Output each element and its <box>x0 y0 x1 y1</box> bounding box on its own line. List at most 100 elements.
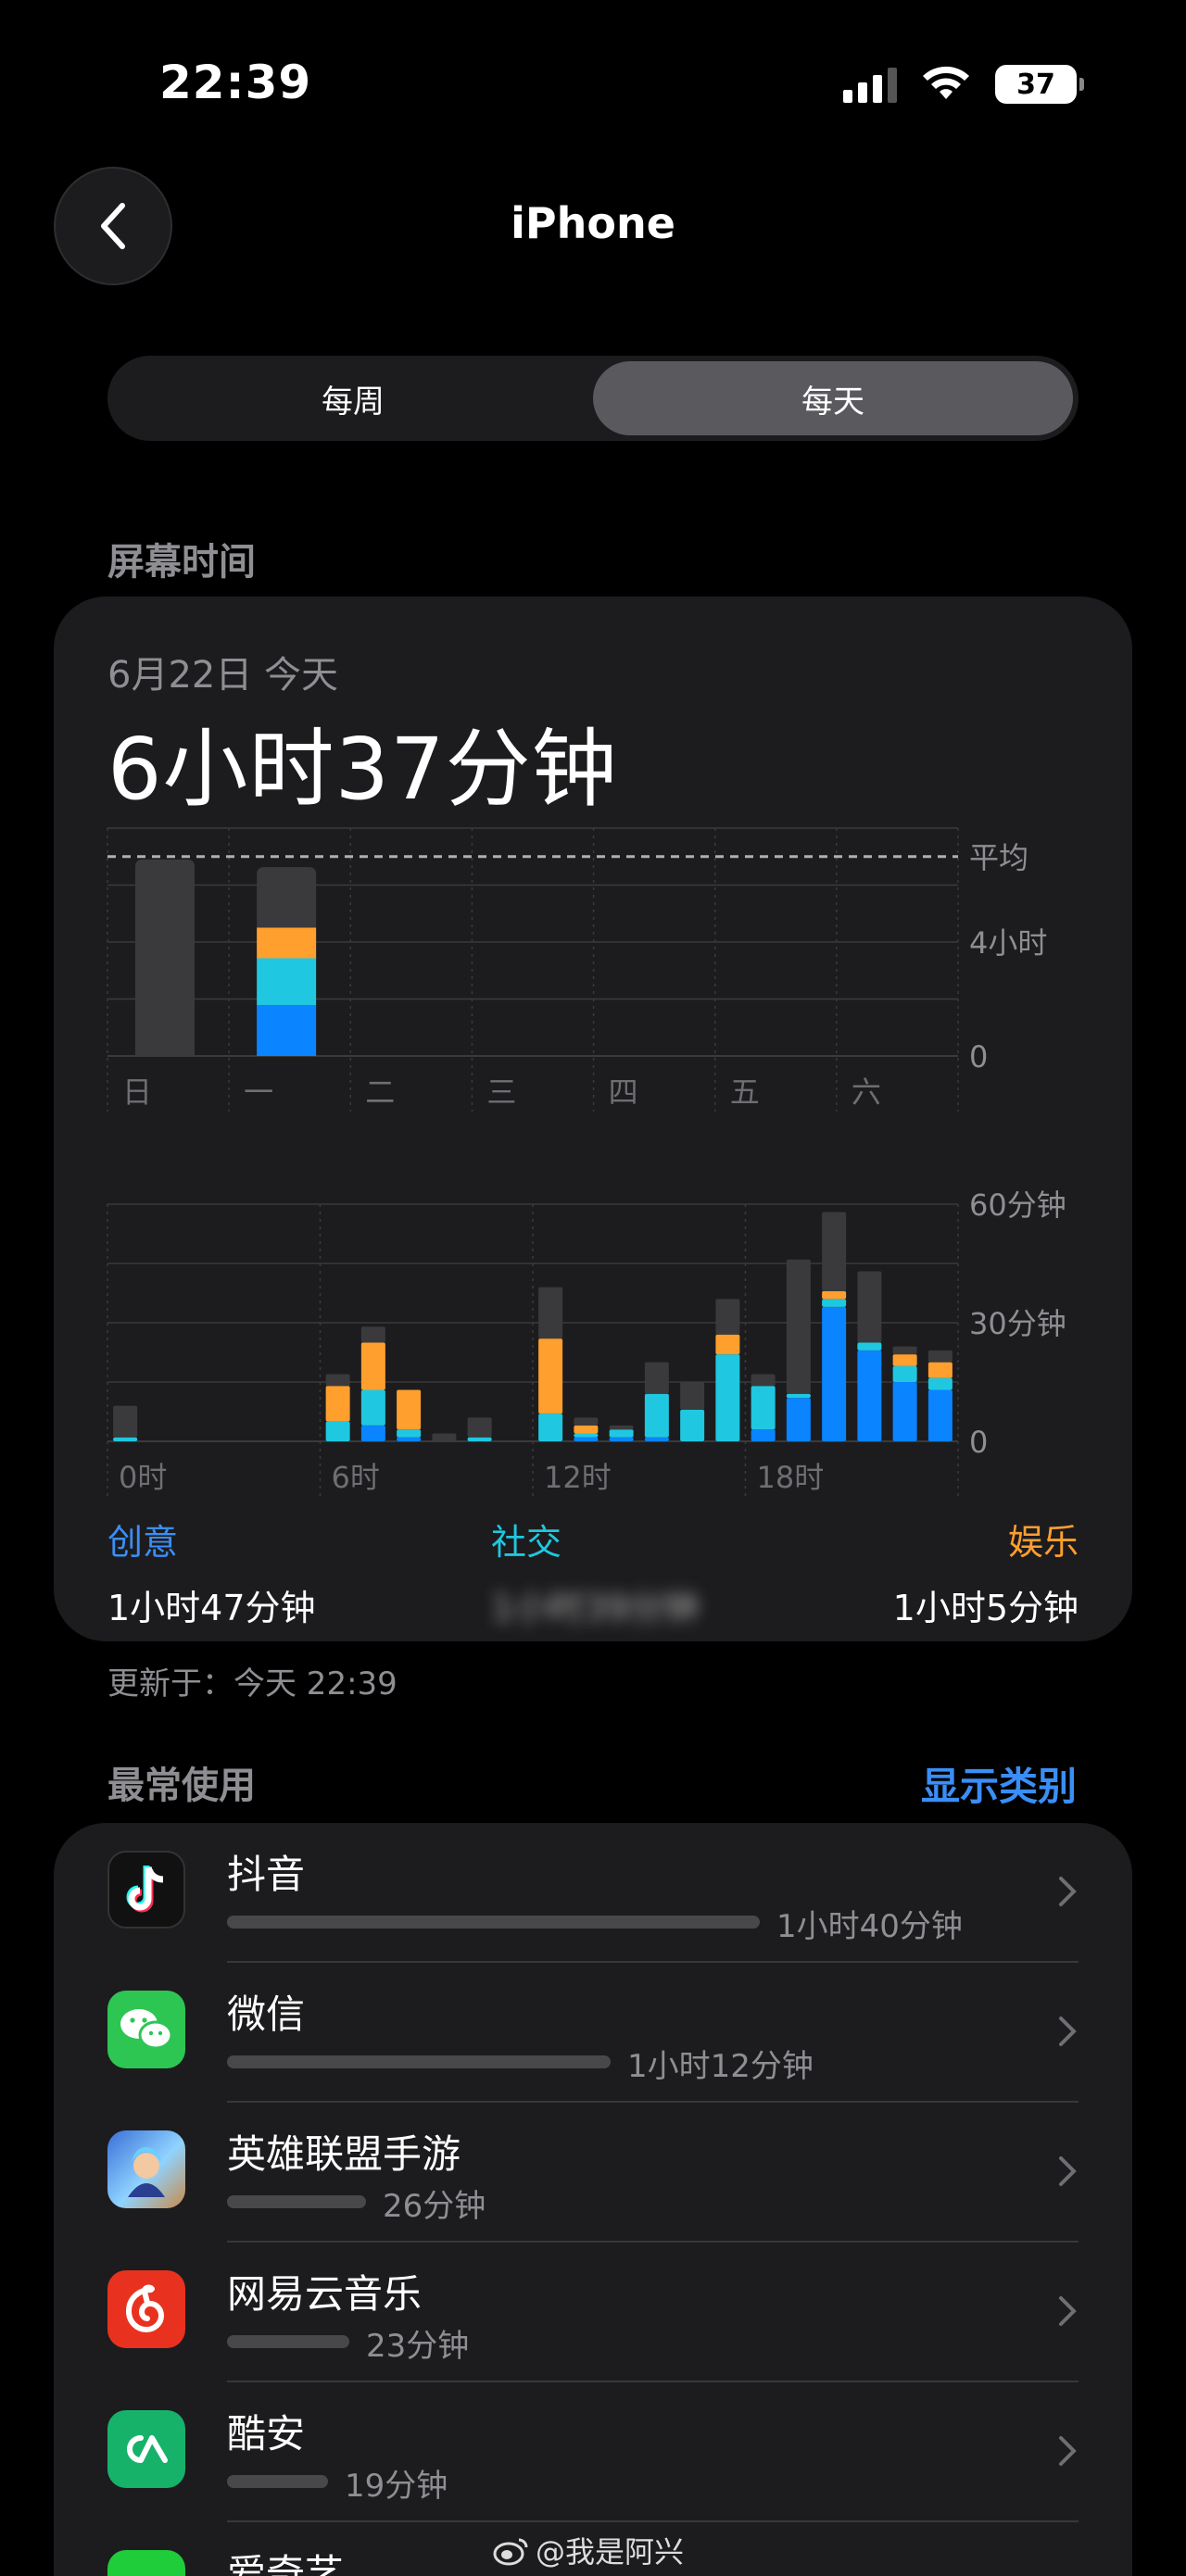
hour-bar-segment <box>644 1362 669 1394</box>
app-usage-bar <box>227 2195 366 2208</box>
hour-bar-segment <box>715 1354 740 1441</box>
category-value-social: 1小时39分钟 <box>491 1588 700 1628</box>
hour-x-tick: 18时 <box>757 1460 825 1495</box>
hour-bar-segment <box>609 1425 634 1430</box>
hour-bar-segment <box>822 1212 847 1291</box>
category-label-creativity: 创意 <box>107 1522 179 1563</box>
category-entertainment[interactable]: 娱乐 1小时5分钟 <box>893 1514 1079 1630</box>
total-screen-time: 6小时37分钟 <box>107 720 618 819</box>
hour-bar-segment <box>751 1374 776 1387</box>
updated-timestamp: 更新于：今天 22:39 <box>107 1665 397 1703</box>
hour-bar-segment <box>927 1377 953 1390</box>
app-row-lol[interactable]: 英雄联盟手游 26分钟 <box>54 2103 1132 2243</box>
netease-music-icon <box>107 2270 185 2348</box>
screen-time-card[interactable]: 6月22日 今天 6小时37分钟 平均 0 4小时 日 一 二 三 四 五 六 0 30分钟… <box>54 597 1132 1641</box>
average-label: 平均 <box>969 840 1028 875</box>
week-x-tick: 一 <box>244 1074 273 1110</box>
hour-bar-segment <box>325 1421 350 1441</box>
hour-bar-segment <box>892 1382 917 1441</box>
hour-y-tick-0: 0 <box>969 1425 988 1460</box>
hour-bar-segment <box>892 1365 917 1382</box>
period-segmented-control: 每周 每天 <box>107 356 1079 441</box>
segment-weekly[interactable]: 每周 <box>113 361 593 435</box>
app-usage-bar <box>227 2335 349 2348</box>
hour-bar-segment <box>609 1429 634 1438</box>
week-y-tick-4h: 4小时 <box>969 925 1047 961</box>
hour-bar-segment <box>927 1362 953 1378</box>
app-name: 微信 <box>227 1992 306 2037</box>
app-row-douyin[interactable]: 抖音 1小时40分钟 <box>54 1823 1132 1963</box>
category-value-entertainment: 1小时5分钟 <box>892 1588 1079 1628</box>
week-bar-segment <box>257 1005 317 1056</box>
hour-bar-segment <box>715 1299 740 1335</box>
iqiyi-icon <box>107 2550 185 2576</box>
hour-y-tick-60: 60分钟 <box>969 1189 1066 1223</box>
hour-x-tick: 12时 <box>544 1460 612 1495</box>
app-row-netease-music[interactable]: 网易云音乐 23分钟 <box>54 2243 1132 2382</box>
category-value-creativity: 1小时47分钟 <box>107 1588 316 1628</box>
status-icons: 37 <box>843 65 1084 104</box>
week-bar-segment <box>257 958 317 1006</box>
hour-bar-segment <box>574 1433 599 1438</box>
hour-bar-segment <box>786 1259 811 1394</box>
chevron-right-icon <box>1059 2296 1077 2326</box>
hour-bar-segment <box>397 1429 422 1438</box>
hour-y-tick-30: 30分钟 <box>969 1306 1066 1341</box>
week-y-tick-0: 0 <box>969 1039 988 1074</box>
category-creativity[interactable]: 创意 1小时47分钟 <box>107 1514 316 1630</box>
app-time: 26分钟 <box>383 2188 486 2225</box>
coolapk-icon <box>107 2410 185 2488</box>
hour-bar-segment <box>325 1386 350 1422</box>
app-usage-bar <box>227 2475 328 2488</box>
category-social[interactable]: 社交 1小时39分钟 <box>491 1514 700 1630</box>
hour-bar-segment <box>325 1374 350 1387</box>
hour-bar-segment <box>927 1350 953 1363</box>
app-row-coolapk[interactable]: 酷安 19分钟 <box>54 2382 1132 2522</box>
hour-bar-segment <box>715 1334 740 1355</box>
show-categories-button[interactable]: 显示类别 <box>921 1755 1077 1812</box>
screen-time-section-title: 屏幕时间 <box>107 541 256 584</box>
hour-bar-segment <box>538 1287 563 1339</box>
hour-bar-segment <box>680 1409 705 1441</box>
hour-bar-segment <box>397 1389 422 1430</box>
app-usage-bar <box>227 2055 611 2068</box>
cellular-signal-icon <box>843 66 897 103</box>
hour-bar-segment <box>113 1405 138 1438</box>
hour-bar-segment <box>538 1414 563 1441</box>
hour-bar-segment <box>927 1389 953 1441</box>
douyin-icon <box>107 1851 185 1929</box>
hour-bar-segment <box>360 1425 385 1441</box>
date-label: 6月22日 今天 <box>107 654 339 697</box>
hour-bar-segment <box>786 1398 811 1441</box>
app-name: 酷安 <box>227 2411 306 2457</box>
hour-bar-segment <box>892 1346 917 1355</box>
app-name: 抖音 <box>227 1852 306 1897</box>
chevron-right-icon <box>1059 2436 1077 2466</box>
hour-x-tick: 6时 <box>332 1460 380 1495</box>
week-bar-segment <box>135 859 195 1056</box>
hour-bar-segment <box>751 1429 776 1441</box>
most-used-list: 抖音 1小时40分钟 微信 1小时12分钟 英雄联盟手游 26分钟 网易云音乐 … <box>54 1823 1132 2576</box>
hour-bar-segment <box>892 1354 917 1366</box>
week-bar-segment <box>257 927 317 959</box>
hour-bar-segment <box>574 1425 599 1434</box>
category-label-entertainment: 娱乐 <box>1007 1522 1079 1563</box>
app-row-wechat[interactable]: 微信 1小时12分钟 <box>54 1963 1132 2103</box>
hour-bar-segment <box>644 1437 669 1441</box>
week-x-tick: 五 <box>730 1074 760 1110</box>
app-name: 爱奇艺 <box>227 2551 345 2576</box>
hour-bar-segment <box>609 1437 634 1441</box>
hour-bar-segment <box>857 1271 882 1343</box>
lol-icon <box>107 2130 185 2208</box>
hour-x-tick: 0时 <box>119 1460 167 1495</box>
hour-bar-segment <box>432 1433 457 1441</box>
hour-bar-segment <box>538 1338 563 1414</box>
chevron-right-icon <box>1059 1877 1077 1906</box>
chevron-right-icon <box>1059 2156 1077 2186</box>
segment-daily[interactable]: 每天 <box>593 361 1073 435</box>
category-label-social: 社交 <box>491 1522 562 1563</box>
app-time: 1小时40分钟 <box>776 1908 963 1945</box>
hour-bar-segment <box>751 1386 776 1430</box>
hour-bar-segment <box>467 1437 492 1441</box>
watermark-text: @我是阿兴 <box>536 2534 685 2570</box>
